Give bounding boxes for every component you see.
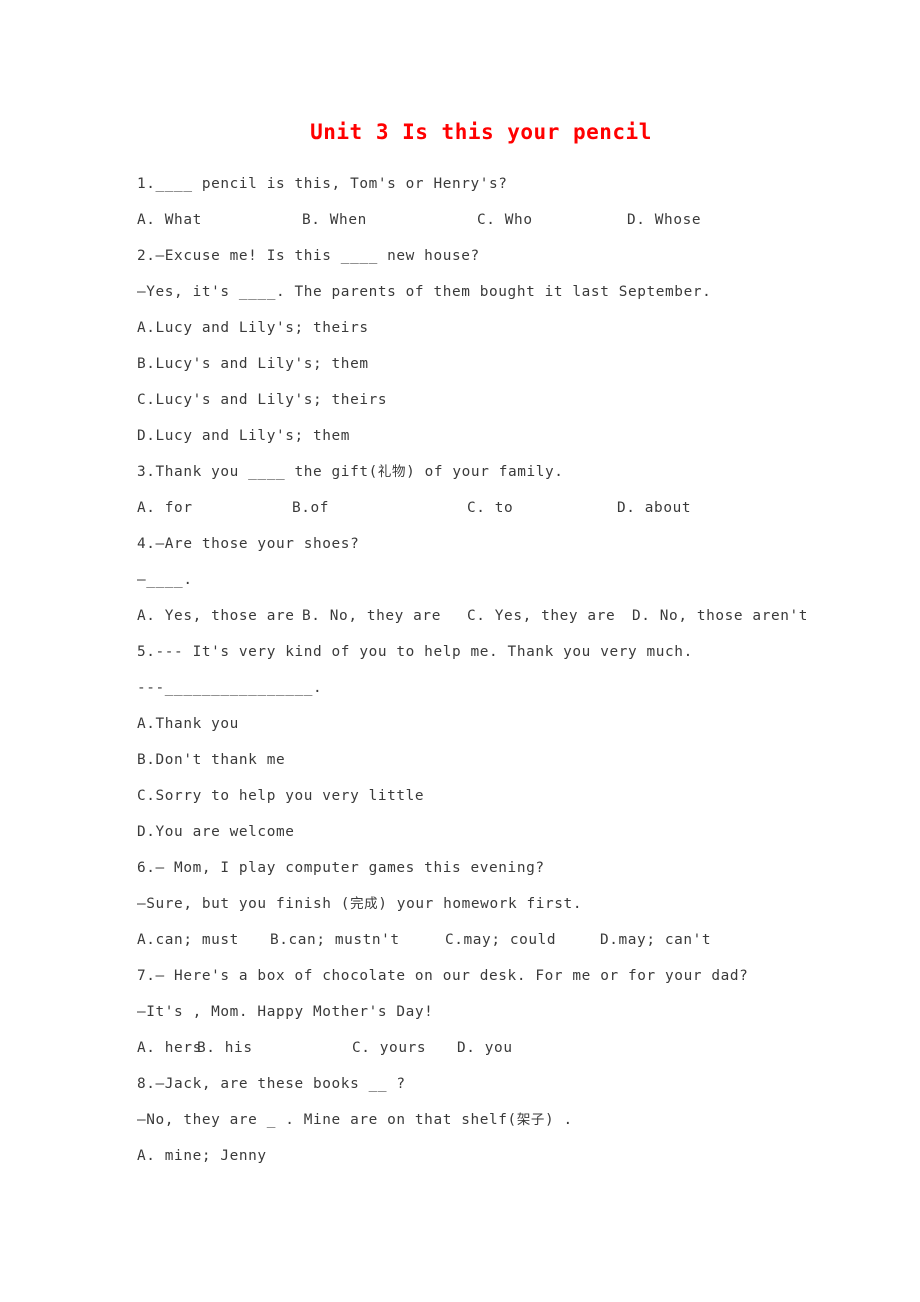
question-3-options: A. for B.of C. to D. about	[137, 490, 837, 526]
question-6-stem-pre: —Sure, but you finish (	[137, 896, 351, 912]
option-a[interactable]: A. for	[137, 490, 292, 526]
question-1-stem: 1.____ pencil is this, Tom's or Henry's?	[137, 176, 508, 192]
question-2-option-d[interactable]: D.Lucy and Lily's; them	[137, 418, 837, 454]
option-c[interactable]: C. Yes, they are	[467, 598, 632, 634]
option-b[interactable]: B. When	[302, 202, 477, 238]
question-5-option-a[interactable]: A.Thank you	[137, 706, 837, 742]
question-7-stem-line-2: —It's , Mom. Happy Mother's Day!	[137, 1004, 434, 1020]
option-a[interactable]: A. Yes, those are	[137, 598, 302, 634]
question-8-stem-line-2: —No, they are _ . Mine are on that shelf…	[137, 1102, 837, 1138]
option-a[interactable]: A. What	[137, 202, 302, 238]
question-2-option-a[interactable]: A.Lucy and Lily's; theirs	[137, 310, 837, 346]
question-3-gloss-cjk: 礼物	[377, 464, 407, 480]
question-2-option-b[interactable]: B.Lucy's and Lily's; them	[137, 346, 837, 382]
question-2-option-c[interactable]: C.Lucy's and Lily's; theirs	[137, 382, 837, 418]
option-b[interactable]: B.can; mustn't	[270, 922, 445, 958]
option-d[interactable]: D. No, those aren't	[632, 598, 808, 634]
page-title: Unit 3 Is this your pencil	[310, 120, 652, 144]
question-4-stem-line-1: 4.—Are those your shoes?	[137, 536, 360, 552]
question-8-stem-line-1: 8.—Jack, are these books __ ?	[137, 1076, 406, 1092]
question-6-stem-line-2: —Sure, but you finish (完成) your homework…	[137, 886, 837, 922]
option-c[interactable]: C. to	[467, 490, 617, 526]
question-5-stem-line-2: ---________________.	[137, 680, 323, 696]
option-d[interactable]: D. Whose	[627, 202, 701, 238]
question-6-stem-post: ) your homework first.	[378, 896, 583, 912]
question-6-options: A.can; must B.can; mustn't C.may; could …	[137, 922, 837, 958]
question-5-option-b[interactable]: B.Don't thank me	[137, 742, 837, 778]
option-d[interactable]: D. about	[617, 490, 691, 526]
questions-body: 1.____ pencil is this, Tom's or Henry's?…	[137, 166, 837, 1174]
question-2-stem-line-2: —Yes, it's ____. The parents of them bou…	[137, 284, 712, 300]
question-2-stem-line-1: 2.—Excuse me! Is this ____ new house?	[137, 248, 480, 264]
question-8-gloss-cjk: 架子	[516, 1112, 546, 1128]
question-3-stem-pre: 3.Thank you ____ the gift(	[137, 464, 378, 480]
option-d[interactable]: D.may; can't	[600, 922, 711, 958]
option-a[interactable]: A.can; must	[137, 922, 270, 958]
option-a[interactable]: A. hers	[137, 1030, 201, 1066]
option-b[interactable]: B. his	[197, 1030, 352, 1066]
question-5-stem-line-1: 5.--- It's very kind of you to help me. …	[137, 644, 693, 660]
option-b[interactable]: B. No, they are	[302, 598, 467, 634]
question-3-stem-post: ) of your family.	[406, 464, 564, 480]
question-8-stem-post: ) .	[545, 1112, 573, 1128]
question-5-option-d[interactable]: D.You are welcome	[137, 814, 837, 850]
question-7-options: A. hers B. his C. yours D. you	[137, 1030, 837, 1066]
question-7-stem-line-1: 7.— Here's a box of chocolate on our des…	[137, 968, 749, 984]
question-8-stem-pre: —No, they are _ . Mine are on that shelf…	[137, 1112, 517, 1128]
question-5-option-c[interactable]: C.Sorry to help you very little	[137, 778, 837, 814]
question-6-stem-line-1: 6.— Mom, I play computer games this even…	[137, 860, 545, 876]
worksheet-page: Unit 3 Is this your pencil 1.____ pencil…	[0, 0, 920, 1302]
question-4-stem-line-2: —____.	[137, 572, 193, 588]
option-b[interactable]: B.of	[292, 490, 467, 526]
option-c[interactable]: C.may; could	[445, 922, 600, 958]
question-8-option-a[interactable]: A. mine; Jenny	[137, 1138, 837, 1174]
option-c[interactable]: C. yours	[352, 1030, 457, 1066]
option-d[interactable]: D. you	[457, 1030, 513, 1066]
question-3-stem: 3.Thank you ____ the gift(礼物) of your fa…	[137, 454, 837, 490]
option-c[interactable]: C. Who	[477, 202, 627, 238]
question-6-gloss-cjk: 完成	[350, 896, 379, 912]
question-1-options: A. What B. When C. Who D. Whose	[137, 202, 837, 238]
question-4-options: A. Yes, those are B. No, they are C. Yes…	[137, 598, 837, 634]
